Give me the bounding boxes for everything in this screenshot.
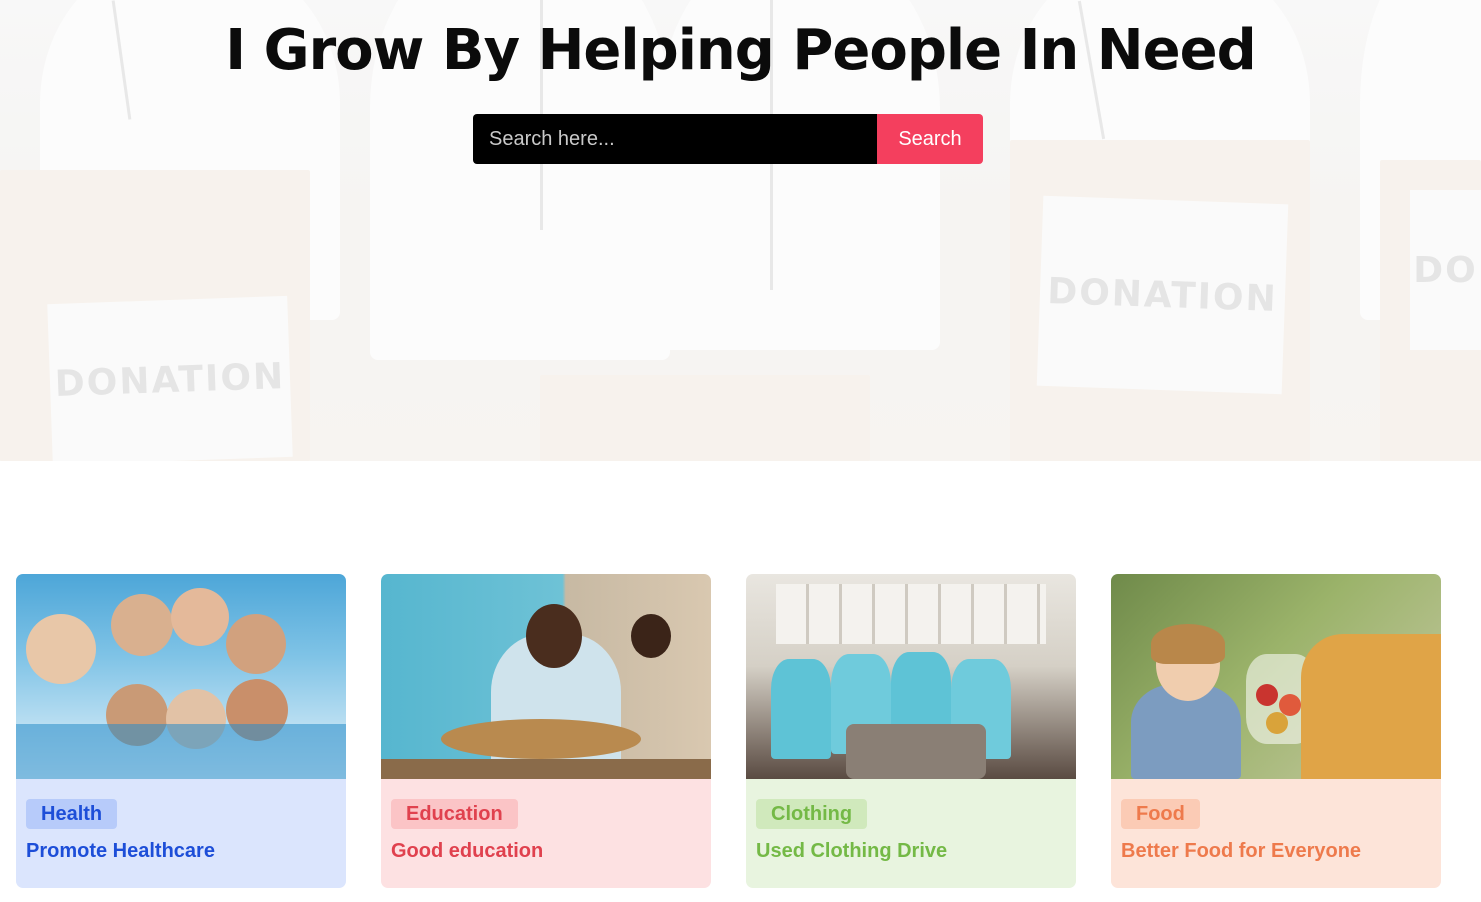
card-title: Promote Healthcare bbox=[26, 840, 215, 862]
search-button[interactable]: Search bbox=[877, 114, 983, 164]
category-card-food[interactable]: Food Better Food for Everyone bbox=[1111, 574, 1441, 888]
category-badge: Food bbox=[1121, 799, 1200, 829]
search-input[interactable] bbox=[473, 114, 877, 164]
card-image-clothing bbox=[746, 574, 1076, 779]
category-badge: Education bbox=[391, 799, 518, 829]
card-title: Used Clothing Drive bbox=[756, 840, 948, 862]
card-body: Food Better Food for Everyone bbox=[1111, 779, 1441, 888]
card-title: Good education bbox=[391, 840, 544, 862]
category-badge: Clothing bbox=[756, 799, 868, 829]
card-body: Clothing Used Clothing Drive bbox=[746, 779, 1076, 888]
category-card-education[interactable]: Education Good education bbox=[381, 574, 711, 888]
card-title: Better Food for Everyone bbox=[1121, 840, 1362, 862]
category-card-health[interactable]: Health Promote Healthcare bbox=[16, 574, 346, 888]
search-bar: Search bbox=[473, 114, 983, 164]
category-card-clothing[interactable]: Clothing Used Clothing Drive bbox=[746, 574, 1076, 888]
card-image-education bbox=[381, 574, 711, 779]
card-body: Health Promote Healthcare bbox=[16, 779, 346, 888]
hero-banner: DONATION DONATION DO I Grow By Helping P… bbox=[0, 0, 1481, 461]
page-title: I Grow By Helping People In Need bbox=[225, 18, 1256, 83]
card-image-health bbox=[16, 574, 346, 779]
card-body: Education Good education bbox=[381, 779, 711, 888]
card-image-food bbox=[1111, 574, 1441, 779]
category-cards: Health Promote Healthcare Education Good… bbox=[16, 574, 1441, 888]
category-badge: Health bbox=[26, 799, 118, 829]
